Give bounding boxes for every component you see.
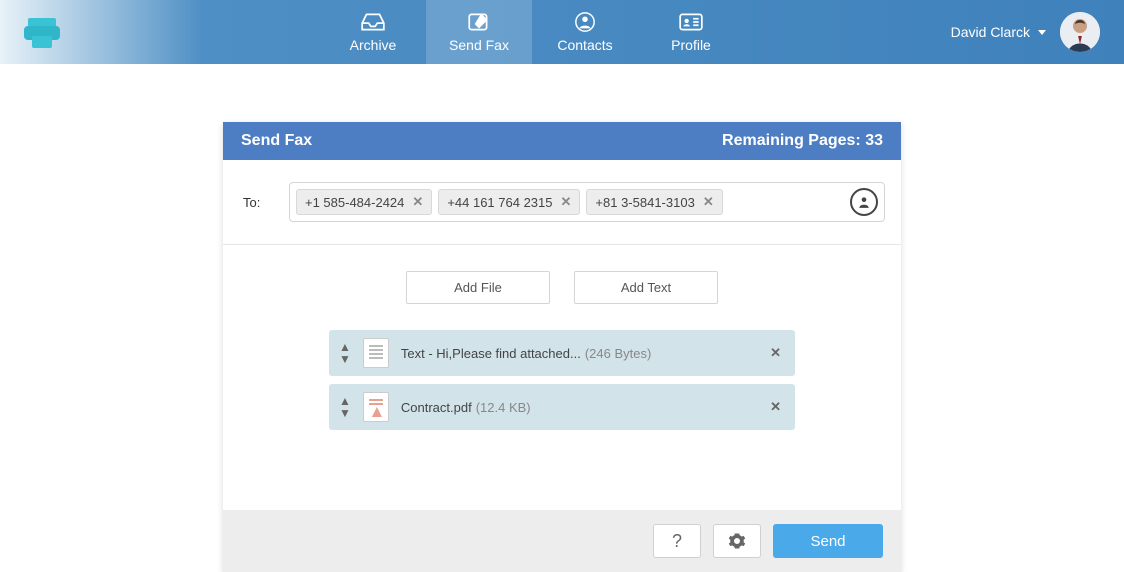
recipient-number: +1 585-484-2424 <box>305 195 404 210</box>
app-logo <box>20 0 90 64</box>
add-text-button[interactable]: Add Text <box>574 271 718 304</box>
add-buttons-row: Add File Add Text <box>243 271 881 304</box>
panel-footer: ? Send <box>223 510 901 572</box>
close-icon[interactable]: ✕ <box>770 399 781 415</box>
main-nav: Archive Send Fax Contacts <box>320 0 744 64</box>
gear-icon <box>728 532 746 550</box>
drag-handle-icon[interactable]: ▲▼ <box>339 341 351 365</box>
panel-title: Send Fax <box>241 132 312 150</box>
panel-header: Send Fax Remaining Pages: 33 <box>223 122 901 160</box>
nav-profile-label: Profile <box>671 37 711 53</box>
recipient-chip[interactable]: +81 3-5841-3103 ✕ <box>586 189 722 215</box>
printer-logo-icon <box>20 12 64 52</box>
profile-card-icon <box>678 11 704 33</box>
user-menu[interactable]: David Clarck <box>951 0 1124 64</box>
nav-contacts-label: Contacts <box>557 37 612 53</box>
attachment-label: Contract.pdf <box>401 400 472 415</box>
send-button[interactable]: Send <box>773 524 883 558</box>
attachment-item[interactable]: ▲▼ Contract.pdf (12.4 KB) ✕ <box>329 384 795 430</box>
to-label: To: <box>243 195 271 210</box>
contacts-icon <box>572 11 598 33</box>
close-icon[interactable]: ✕ <box>770 345 781 361</box>
send-fax-panel: Send Fax Remaining Pages: 33 To: +1 585-… <box>223 122 901 572</box>
attachment-size: (246 Bytes) <box>585 346 651 361</box>
person-icon <box>857 195 871 209</box>
nav-archive-label: Archive <box>350 37 397 53</box>
nav-sendfax-label: Send Fax <box>449 37 509 53</box>
nav-sendfax[interactable]: Send Fax <box>426 0 532 64</box>
drag-handle-icon[interactable]: ▲▼ <box>339 395 351 419</box>
nav-archive[interactable]: Archive <box>320 0 426 64</box>
pdf-file-icon <box>363 392 389 422</box>
close-icon[interactable]: ✕ <box>412 194 423 210</box>
attachment-label: Text - Hi,Please find attached... <box>401 346 581 361</box>
attachment-list: ▲▼ Text - Hi,Please find attached... (24… <box>329 330 795 430</box>
recipients-input[interactable]: +1 585-484-2424 ✕ +44 161 764 2315 ✕ +81… <box>289 182 885 222</box>
text-file-icon <box>363 338 389 368</box>
add-file-button[interactable]: Add File <box>406 271 550 304</box>
help-button[interactable]: ? <box>653 524 701 558</box>
chevron-down-icon <box>1038 30 1046 35</box>
user-name-text: David Clarck <box>951 24 1030 40</box>
recipient-chip[interactable]: +44 161 764 2315 ✕ <box>438 189 580 215</box>
recipient-number: +81 3-5841-3103 <box>595 195 694 210</box>
close-icon[interactable]: ✕ <box>703 194 714 210</box>
panel-body: Add File Add Text ▲▼ Text - Hi,Please fi… <box>223 245 901 510</box>
recipient-number: +44 161 764 2315 <box>447 195 552 210</box>
compose-icon <box>466 11 492 33</box>
attachment-item[interactable]: ▲▼ Text - Hi,Please find attached... (24… <box>329 330 795 376</box>
pick-contact-button[interactable] <box>850 188 878 216</box>
close-icon[interactable]: ✕ <box>561 194 572 210</box>
avatar[interactable] <box>1060 12 1100 52</box>
top-bar: Archive Send Fax Contacts <box>0 0 1124 64</box>
remaining-pages: Remaining Pages: 33 <box>722 132 883 150</box>
archive-tray-icon <box>360 11 386 33</box>
settings-button[interactable] <box>713 524 761 558</box>
avatar-image <box>1060 12 1100 52</box>
recipient-chip[interactable]: +1 585-484-2424 ✕ <box>296 189 432 215</box>
nav-profile[interactable]: Profile <box>638 0 744 64</box>
recipients-row: To: +1 585-484-2424 ✕ +44 161 764 2315 ✕… <box>223 160 901 245</box>
nav-contacts[interactable]: Contacts <box>532 0 638 64</box>
user-name-dropdown[interactable]: David Clarck <box>951 24 1046 40</box>
attachment-size: (12.4 KB) <box>476 400 531 415</box>
